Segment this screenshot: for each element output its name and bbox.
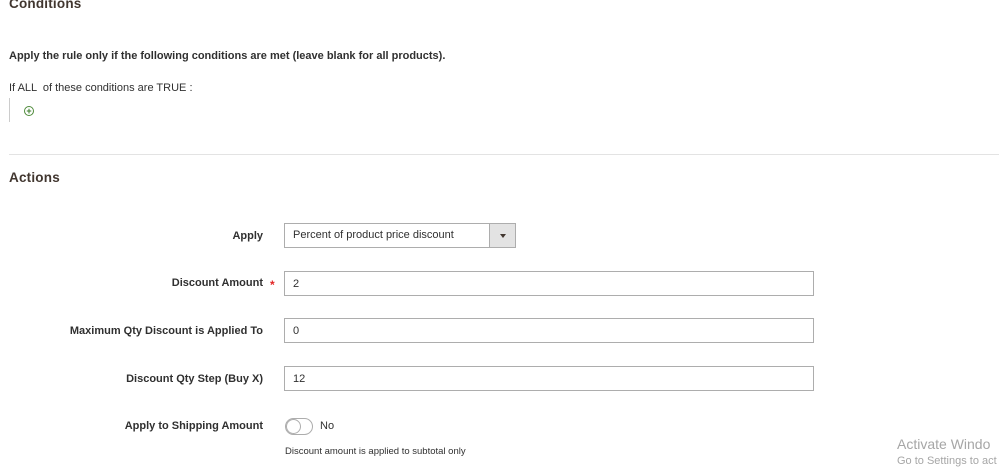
rule-value-link[interactable]: TRUE [156, 82, 186, 94]
actions-title: Actions [9, 170, 60, 185]
apply-shipping-toggle[interactable] [285, 418, 313, 435]
rule-aggregator-link[interactable]: ALL [18, 82, 37, 94]
discount-amount-input[interactable] [284, 271, 814, 296]
section-divider [9, 154, 999, 155]
rule-suffix: : [189, 82, 193, 94]
activation-watermark-subtitle: Go to Settings to act [897, 455, 997, 467]
conditions-tree-line [9, 98, 10, 122]
apply-shipping-state: No [320, 420, 335, 432]
activation-watermark-title: Activate Windo [897, 436, 991, 452]
qty-step-input[interactable] [284, 366, 814, 391]
qty-step-label: Discount Qty Step (Buy X) [126, 373, 263, 385]
rule-prefix: If [9, 82, 16, 94]
toggle-knob [286, 419, 301, 434]
apply-select-value: Percent of product price discount [293, 229, 454, 241]
max-qty-input[interactable] [284, 318, 814, 343]
page: Conditions Apply the rule only if the fo… [0, 0, 999, 471]
conditions-description: Apply the rule only if the following con… [9, 50, 446, 62]
apply-select[interactable]: Percent of product price discount [284, 223, 516, 248]
apply-shipping-label: Apply to Shipping Amount [124, 420, 263, 432]
apply-shipping-note: Discount amount is applied to subtotal o… [285, 446, 466, 457]
plus-circle-icon[interactable]: + [24, 106, 34, 116]
rule-middle-text: of these conditions are [42, 82, 154, 94]
discount-amount-label: Discount Amount [171, 277, 263, 289]
conditions-title: Conditions [9, 0, 82, 11]
required-asterisk: * [270, 278, 275, 292]
max-qty-label: Maximum Qty Discount is Applied To [69, 325, 263, 337]
apply-label: Apply [232, 230, 263, 242]
chevron-down-icon[interactable] [489, 224, 515, 247]
conditions-rule: If ALL of these conditions are TRUE : [9, 82, 193, 94]
